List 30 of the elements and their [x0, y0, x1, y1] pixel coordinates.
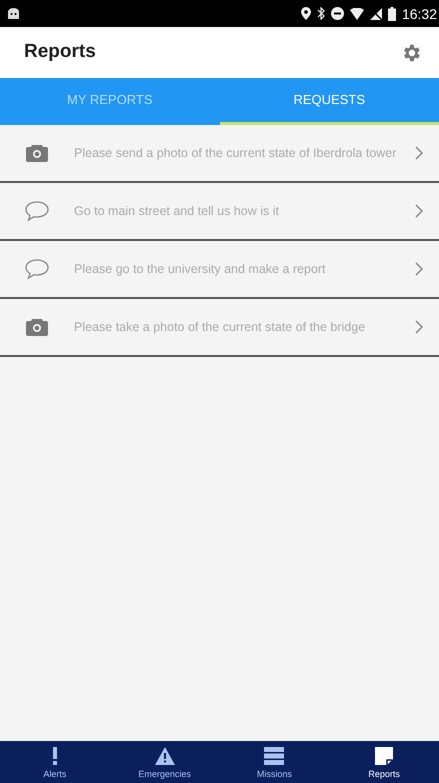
do-not-disturb-icon: [330, 7, 344, 20]
nav-item[interactable]: Emergencies: [110, 741, 220, 783]
request-text: Please send a photo of the current state of Iberdrola tower: [74, 144, 398, 162]
speech-bubble-icon: [24, 258, 50, 280]
chevron-right-icon: [415, 320, 423, 334]
tab[interactable]: MY REPORTS: [0, 78, 220, 125]
android-icon: [7, 8, 20, 19]
clock-time: 16:32: [402, 6, 437, 20]
wifi-icon: [350, 8, 364, 20]
request-text: Please go to the university and make a report: [74, 260, 327, 278]
exclamation-icon: [52, 746, 58, 764]
page-title: Reports: [24, 40, 96, 64]
camera-icon: [25, 317, 49, 337]
chevron-right-icon: [415, 204, 423, 218]
server-stack-icon: [264, 746, 284, 764]
request-text: Please take a photo of the current state of the bridge: [74, 318, 366, 336]
nav-item[interactable]: Missions: [220, 741, 330, 783]
note-icon: [375, 746, 394, 764]
speech-bubble-icon: [24, 200, 50, 222]
request-text: Go to main street and tell us how is it: [74, 202, 280, 220]
bluetooth-icon: [316, 7, 325, 20]
camera-icon: [25, 143, 49, 163]
no-signal-icon: [370, 8, 382, 20]
chevron-right-icon: [415, 146, 423, 160]
chevron-right-icon: [415, 262, 423, 276]
battery-icon: [388, 6, 396, 20]
nav-item[interactable]: Reports: [329, 741, 439, 783]
nav-item[interactable]: Alerts: [0, 741, 110, 783]
warning-icon: [154, 746, 175, 764]
location-icon: [300, 7, 311, 20]
